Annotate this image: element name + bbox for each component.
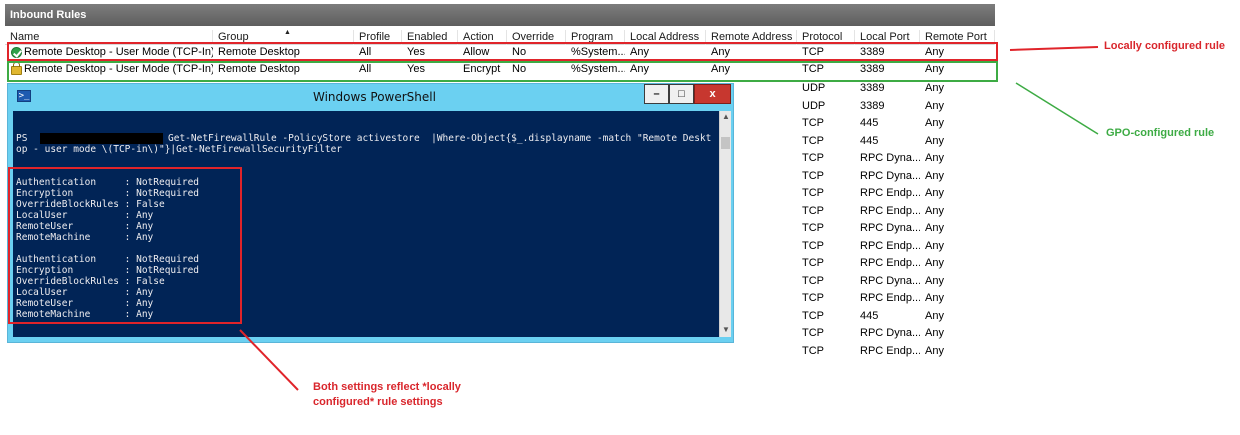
cell-remote-port: Any	[925, 204, 944, 217]
redacted-path	[40, 133, 163, 144]
cell-protocol: TCP	[802, 134, 824, 147]
local-rule-arrow	[1009, 46, 1099, 51]
cell-local-port: RPC Dyna...	[860, 222, 920, 234]
cell-local-port: RPC Endp...	[860, 292, 920, 304]
cell-remote-port: Any	[925, 274, 944, 287]
cell-local-port: RPC Dyna...	[860, 274, 920, 287]
cell-local-port: 3389	[860, 99, 885, 112]
cell-remote-port: Any	[925, 152, 944, 164]
powershell-title: Windows PowerShell	[313, 90, 436, 104]
cell-local-port: RPC Endp...	[860, 344, 920, 357]
cell-local-port: 445	[860, 134, 879, 147]
powershell-icon[interactable]: >_	[17, 90, 31, 102]
cell-local-port: RPC Endp...	[860, 239, 920, 252]
cell-remote-port: Any	[925, 344, 944, 357]
cell-protocol: TCP	[802, 117, 824, 129]
cell-remote-port: Any	[925, 82, 944, 94]
cell-protocol: TCP	[802, 274, 824, 287]
local-rule-highlight	[7, 42, 998, 61]
local-rule-annotation: Locally configured rule	[1104, 40, 1226, 52]
command-line-1: Get-NetFirewallRule -PolicyStore actives…	[168, 133, 712, 144]
scroll-up-icon[interactable]: ▲	[721, 112, 731, 122]
cell-remote-port: Any	[925, 309, 944, 322]
cell-remote-port: Any	[925, 134, 944, 147]
gpo-rule-highlight	[7, 61, 998, 82]
cell-protocol: TCP	[802, 169, 824, 182]
command-line-2: op - user mode \(TCP-in\)"}|Get-NetFirew…	[16, 144, 343, 155]
cell-protocol: TCP	[802, 327, 824, 339]
scroll-thumb[interactable]	[721, 137, 730, 149]
cell-protocol: TCP	[802, 309, 824, 322]
cell-protocol: TCP	[802, 187, 824, 199]
cell-remote-port: Any	[925, 292, 944, 304]
both-settings-annotation-line-1: Both settings reflect *locally	[313, 381, 461, 393]
cell-local-port: RPC Dyna...	[860, 169, 920, 182]
cell-remote-port: Any	[925, 117, 944, 129]
both-settings-annotation-line-2: configured* rule settings	[313, 396, 443, 408]
cell-protocol: TCP	[802, 204, 824, 217]
cell-remote-port: Any	[925, 99, 944, 112]
close-button[interactable]: x	[694, 84, 731, 104]
cell-protocol: TCP	[802, 152, 824, 164]
cell-remote-port: Any	[925, 187, 944, 199]
gpo-rule-annotation: GPO-configured rule	[1106, 127, 1215, 139]
cell-local-port: 445	[860, 309, 879, 322]
gpo-rule-arrow	[1015, 82, 1099, 135]
scroll-down-icon[interactable]: ▼	[721, 325, 731, 335]
cell-remote-port: Any	[925, 239, 944, 252]
cell-remote-port: Any	[925, 169, 944, 182]
cell-local-port: RPC Dyna...	[860, 327, 920, 339]
cell-protocol: TCP	[802, 292, 824, 304]
cell-local-port: RPC Endp...	[860, 204, 920, 217]
cell-local-port: 445	[860, 117, 879, 129]
cell-protocol: TCP	[802, 257, 824, 269]
cell-protocol: UDP	[802, 82, 826, 94]
maximize-button[interactable]: □	[669, 84, 694, 104]
cell-local-port: RPC Dyna...	[860, 152, 920, 164]
rule-row[interactable]: TCP RPC Endp... Any	[5, 343, 995, 360]
cell-protocol: UDP	[802, 99, 826, 112]
cell-remote-port: Any	[925, 257, 944, 269]
cell-protocol: TCP	[802, 344, 824, 357]
cell-remote-port: Any	[925, 222, 944, 234]
prompt-line-1: PS	[16, 133, 27, 144]
prompt: PS	[16, 133, 28, 144]
cell-protocol: TCP	[802, 222, 824, 234]
cell-remote-port: Any	[925, 327, 944, 339]
cell-local-port: 3389	[860, 82, 885, 94]
cell-local-port: RPC Endp...	[860, 257, 920, 269]
output-highlight	[8, 167, 242, 324]
cell-protocol: TCP	[802, 239, 824, 252]
minimize-button[interactable]: –	[644, 84, 669, 104]
cell-local-port: RPC Endp...	[860, 187, 920, 199]
console-scrollbar[interactable]: ▲ ▼	[719, 111, 731, 337]
panel-title: Inbound Rules	[5, 4, 995, 26]
powershell-titlebar[interactable]: >_ Windows PowerShell – □ x	[8, 84, 733, 110]
